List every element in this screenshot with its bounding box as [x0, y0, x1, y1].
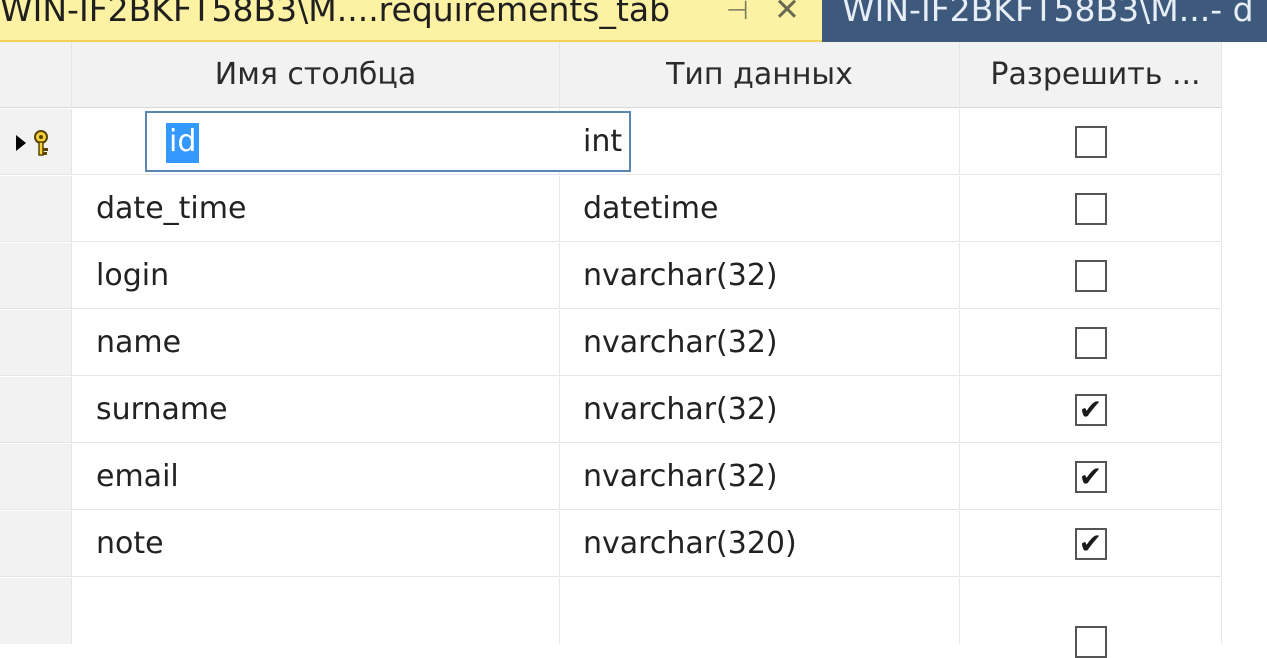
allow-nulls-cell [960, 176, 1222, 242]
table-row[interactable]: id int [0, 109, 1230, 175]
table-row[interactable]: note nvarchar(320) ✔ [0, 511, 1230, 577]
data-type-text: nvarchar(32) [583, 459, 778, 494]
data-type-cell[interactable] [560, 578, 960, 644]
data-type-cell[interactable]: nvarchar(32) [560, 310, 960, 376]
table-row[interactable]: email nvarchar(32) ✔ [0, 444, 1230, 510]
row-selector[interactable] [0, 578, 72, 644]
tab-requirements-tab[interactable]: WIN-IF2BKFT58B3\M....requirements_tab ⊣ … [0, 0, 822, 42]
column-name-cell[interactable]: login [72, 243, 560, 309]
allow-nulls-cell: ✔ [960, 377, 1222, 443]
pin-icon[interactable]: ⊣ [726, 0, 749, 26]
tab-title: WIN-IF2BKFT58B3\M...- d [842, 0, 1254, 29]
column-name-cell[interactable]: note [72, 511, 560, 577]
row-selector[interactable] [0, 310, 72, 376]
column-name-text: date_time [96, 191, 247, 226]
row-selector[interactable] [0, 243, 72, 309]
column-name-text: note [96, 526, 164, 561]
row-selector[interactable] [0, 444, 72, 510]
data-type-cell[interactable]: int [560, 109, 960, 175]
allow-nulls-checkbox[interactable] [1074, 259, 1107, 292]
row-selector[interactable] [0, 109, 72, 175]
allow-nulls-checkbox[interactable] [1074, 125, 1107, 158]
row-selector[interactable] [0, 176, 72, 242]
data-type-cell[interactable]: nvarchar(320) [560, 511, 960, 577]
data-type-cell[interactable]: datetime [560, 176, 960, 242]
column-name-text: email [96, 459, 179, 494]
column-name-editor[interactable]: id [145, 111, 631, 172]
allow-nulls-checkbox[interactable] [1074, 192, 1107, 225]
current-row-arrow-icon [16, 130, 48, 156]
tab-title: WIN-IF2BKFT58B3\M....requirements_tab [0, 0, 671, 29]
column-name-cell[interactable]: id [72, 109, 631, 175]
data-type-text: nvarchar(32) [583, 325, 778, 360]
table-row[interactable]: login nvarchar(32) [0, 243, 1230, 309]
table-row[interactable]: name nvarchar(32) [0, 310, 1230, 376]
row-selector-header[interactable] [0, 42, 72, 108]
column-name-cell[interactable]: name [72, 310, 560, 376]
data-type-cell[interactable]: nvarchar(32) [560, 377, 960, 443]
selected-text[interactable]: id [166, 123, 200, 163]
column-header-allow-nulls[interactable]: Разрешить ... [960, 42, 1222, 108]
allow-nulls-cell [960, 109, 1222, 175]
allow-nulls-checkbox[interactable]: ✔ [1074, 460, 1107, 493]
column-name-text: login [96, 258, 170, 293]
data-type-text: nvarchar(32) [583, 392, 778, 427]
column-name-cell[interactable]: email [72, 444, 560, 510]
data-type-text: nvarchar(320) [583, 526, 797, 561]
document-tab-strip: WIN-IF2BKFT58B3\M....requirements_tab ⊣ … [0, 0, 1267, 42]
column-name-cell[interactable]: date_time [72, 176, 560, 242]
column-header-data-type[interactable]: Тип данных [560, 42, 960, 108]
table-row-new[interactable] [0, 578, 1230, 658]
column-name-text: name [96, 325, 182, 360]
column-header-name[interactable]: Имя столбца [72, 42, 560, 108]
data-type-text: nvarchar(32) [583, 258, 778, 293]
grid-header-row: Имя столбца Тип данных Разрешить ... [0, 42, 1230, 108]
data-type-text: datetime [583, 191, 719, 226]
allow-nulls-checkbox[interactable] [1074, 626, 1107, 658]
tab-diagram[interactable]: WIN-IF2BKFT58B3\M...- d [822, 0, 1267, 42]
row-selector[interactable] [0, 511, 72, 577]
allow-nulls-checkbox[interactable] [1074, 326, 1107, 359]
allow-nulls-cell: ✔ [960, 444, 1222, 510]
allow-nulls-checkbox[interactable]: ✔ [1074, 393, 1107, 426]
close-icon[interactable]: ✕ [774, 0, 800, 28]
data-type-cell[interactable]: nvarchar(32) [560, 243, 960, 309]
key-icon [34, 130, 48, 156]
allow-nulls-checkbox[interactable]: ✔ [1074, 527, 1107, 560]
data-type-text: int [583, 124, 623, 159]
allow-nulls-cell [960, 578, 1222, 658]
table-row[interactable]: surname nvarchar(32) ✔ [0, 377, 1230, 443]
allow-nulls-cell: ✔ [960, 511, 1222, 577]
column-name-text: surname [96, 392, 228, 427]
allow-nulls-cell [960, 310, 1222, 376]
column-name-cell[interactable] [72, 578, 560, 644]
table-row[interactable]: date_time datetime [0, 176, 1230, 242]
data-type-cell[interactable]: nvarchar(32) [560, 444, 960, 510]
allow-nulls-cell [960, 243, 1222, 309]
column-name-cell[interactable]: surname [72, 377, 560, 443]
row-selector[interactable] [0, 377, 72, 443]
